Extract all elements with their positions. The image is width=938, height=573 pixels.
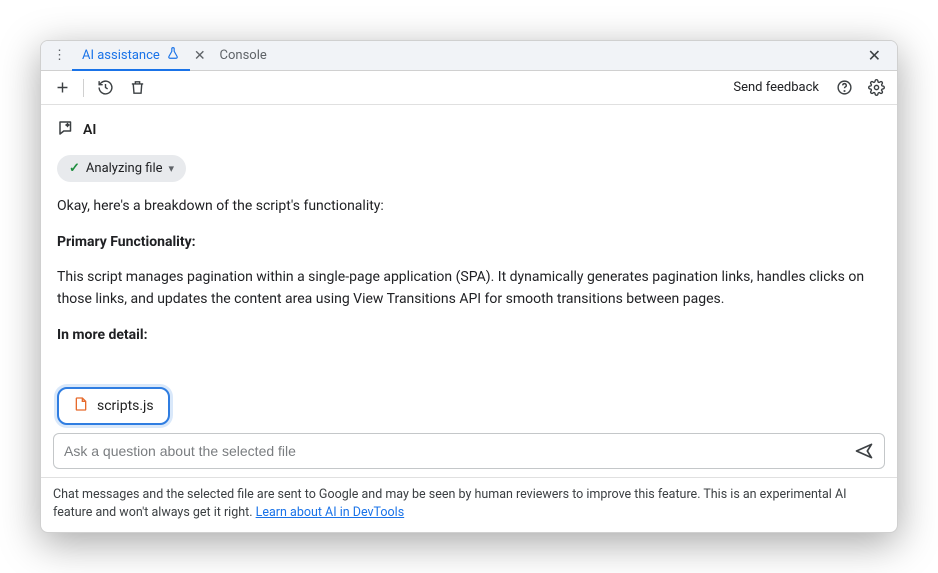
chat-input[interactable] xyxy=(64,443,854,459)
chat-input-row xyxy=(53,433,885,469)
tab-menu-icon[interactable]: ⋮ xyxy=(47,46,72,65)
status-chip[interactable]: ✓ Analyzing file ▾ xyxy=(57,155,186,182)
ai-heading-text: AI xyxy=(83,122,96,138)
footer-text: Chat messages and the selected file are … xyxy=(53,487,847,520)
tab-label: Console xyxy=(220,48,267,63)
tab-bar: ⋮ AI assistance ✕ Console ✕ xyxy=(41,41,897,71)
message-body-1: This script manages pagination within a … xyxy=(57,267,881,310)
check-icon: ✓ xyxy=(69,161,80,176)
panel-close-icon[interactable]: ✕ xyxy=(858,46,891,65)
tab-ai-assistance[interactable]: AI assistance xyxy=(72,42,190,71)
settings-button[interactable] xyxy=(865,77,887,99)
sparkle-icon xyxy=(57,119,75,141)
selected-file-name: scripts.js xyxy=(97,398,154,414)
footer-link[interactable]: Learn about AI in DevTools xyxy=(256,505,405,520)
tab-close-ai[interactable]: ✕ xyxy=(190,48,210,64)
devtools-panel: ⋮ AI assistance ✕ Console ✕ Send feedbac… xyxy=(40,40,898,533)
delete-button[interactable] xyxy=(126,77,148,99)
status-label: Analyzing file xyxy=(86,161,163,176)
ai-heading: AI xyxy=(57,119,881,141)
flask-icon xyxy=(166,46,180,64)
send-button[interactable] xyxy=(854,441,874,461)
context-area: scripts.js xyxy=(41,387,897,433)
message-heading-1: Primary Functionality: xyxy=(57,232,881,254)
footer-disclaimer: Chat messages and the selected file are … xyxy=(41,477,897,532)
message-intro: Okay, here's a breakdown of the script's… xyxy=(57,196,881,218)
toolbar-divider xyxy=(83,79,84,97)
history-button[interactable] xyxy=(94,77,116,99)
chevron-down-icon: ▾ xyxy=(169,162,175,175)
chat-content: AI ✓ Analyzing file ▾ Okay, here's a bre… xyxy=(41,105,897,387)
tab-console[interactable]: Console xyxy=(210,41,277,70)
file-icon xyxy=(73,396,89,416)
message-heading-2: In more detail: xyxy=(57,325,881,347)
send-feedback-link[interactable]: Send feedback xyxy=(733,80,819,95)
toolbar: Send feedback xyxy=(41,71,897,105)
selected-file-chip[interactable]: scripts.js xyxy=(57,387,170,425)
help-button[interactable] xyxy=(833,77,855,99)
tab-label: AI assistance xyxy=(82,48,160,63)
new-chat-button[interactable] xyxy=(51,77,73,99)
